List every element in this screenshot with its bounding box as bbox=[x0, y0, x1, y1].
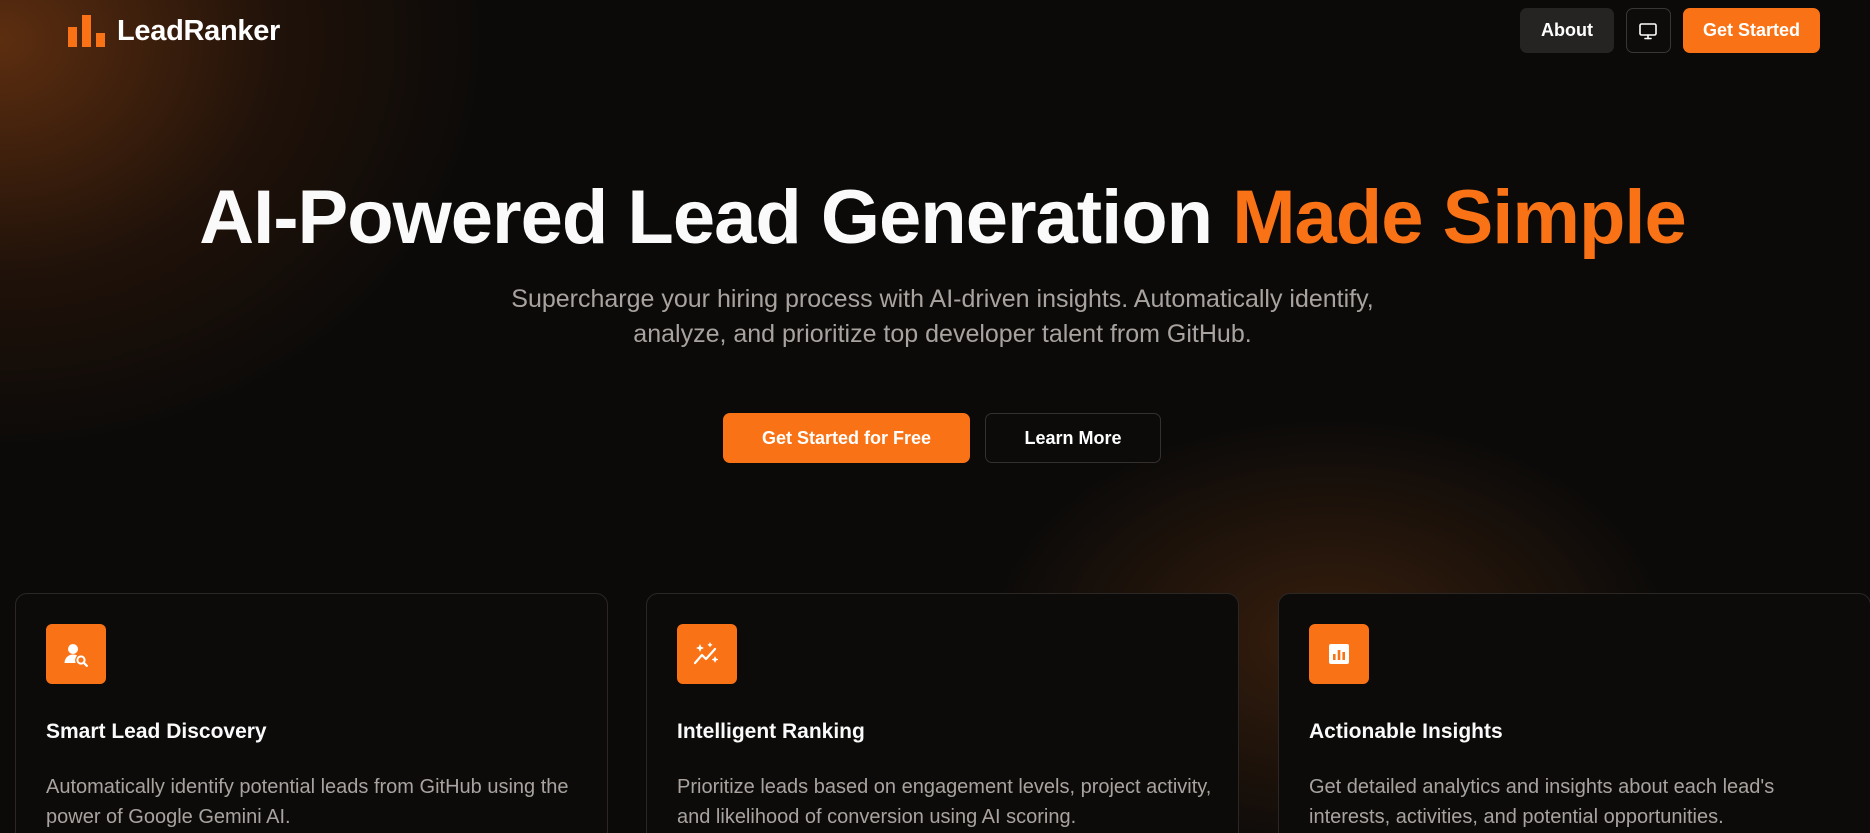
top-nav: About Get Started bbox=[1519, 8, 1820, 53]
sparkle-trend-icon bbox=[693, 642, 718, 665]
feature-card-smart-lead-discovery: Smart Lead Discovery Automatically ident… bbox=[15, 593, 608, 833]
feature-description: Prioritize leads based on engagement lev… bbox=[677, 776, 1212, 828]
get-started-button[interactable]: Get Started bbox=[1682, 8, 1820, 53]
analytics-icon bbox=[1329, 644, 1349, 664]
feature-title: Smart Lead Discovery bbox=[46, 720, 267, 743]
monitor-icon bbox=[1639, 22, 1658, 39]
get-started-free-button[interactable]: Get Started for Free bbox=[723, 413, 970, 463]
theme-toggle-button[interactable] bbox=[1625, 8, 1671, 53]
feature-title: Intelligent Ranking bbox=[677, 720, 865, 743]
feature-card-actionable-insights: Actionable Insights Get detailed analyti… bbox=[1278, 593, 1870, 833]
hero-cta-group: Get Started for Free Learn More bbox=[723, 413, 1161, 463]
bar-chart-icon bbox=[68, 15, 105, 47]
learn-more-button[interactable]: Learn More bbox=[985, 413, 1161, 463]
feature-title: Actionable Insights bbox=[1309, 720, 1503, 743]
feature-icon-box bbox=[46, 624, 106, 684]
hero-title: AI-Powered Lead Generation Made Simple bbox=[0, 170, 1870, 266]
hero-title-main: AI-Powered Lead Generation bbox=[199, 175, 1213, 260]
brand-name: LeadRanker bbox=[117, 14, 281, 47]
feature-icon-box bbox=[677, 624, 737, 684]
feature-icon-box bbox=[1309, 624, 1369, 684]
brand-logo[interactable]: LeadRanker bbox=[67, 14, 280, 48]
hero-title-accent: Made Simple bbox=[1232, 175, 1687, 260]
landing-page: LeadRanker About Get Started AI-Powered … bbox=[0, 0, 1870, 833]
user-search-icon bbox=[64, 644, 88, 667]
top-header: LeadRanker About Get Started bbox=[0, 0, 1870, 62]
feature-description: Automatically identify potential leads f… bbox=[46, 776, 569, 828]
feature-description: Get detailed analytics and insights abou… bbox=[1309, 776, 1775, 828]
feature-card-intelligent-ranking: Intelligent Ranking Prioritize leads bas… bbox=[646, 593, 1239, 833]
about-button[interactable]: About bbox=[1519, 8, 1614, 53]
hero-subtitle: Supercharge your hiring process with AI-… bbox=[511, 285, 1374, 348]
